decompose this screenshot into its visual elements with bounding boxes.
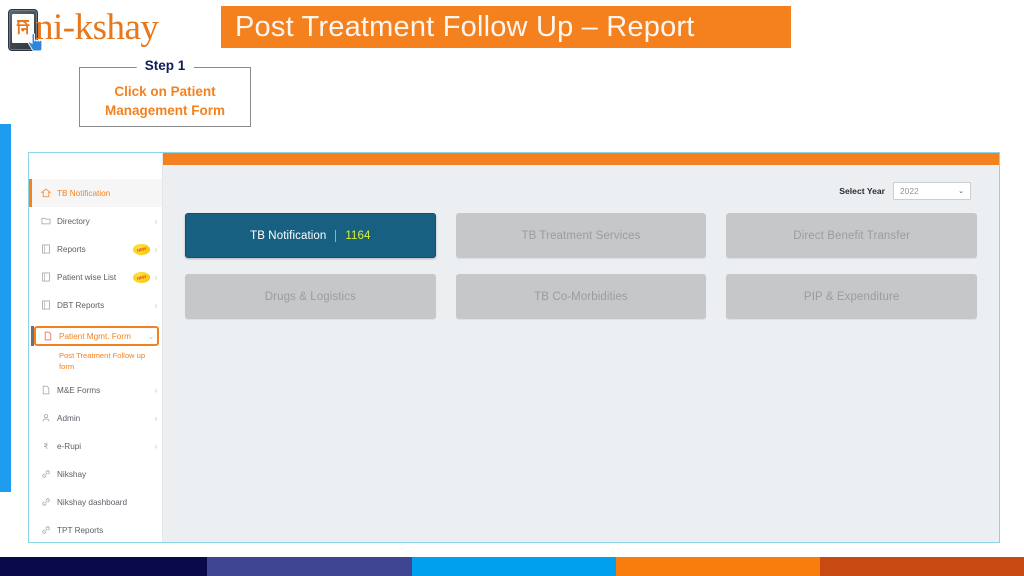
- footer-segment-3: [412, 557, 616, 576]
- module-card-grid: TB Notification 1164 TB Treatment Servic…: [185, 213, 977, 319]
- sidebar-item-label: TB Notification: [57, 188, 111, 198]
- card-drugs-and-logistics[interactable]: Drugs & Logistics: [185, 274, 436, 319]
- sidebar-item-nikshay-dashboard[interactable]: Nikshay dashboard: [29, 488, 162, 516]
- document-icon: [43, 331, 59, 341]
- page-title: Post Treatment Follow Up – Report: [235, 10, 695, 43]
- footer-segment-2: [207, 557, 412, 576]
- step-callout: Step 1 Click on Patient Management Form: [79, 58, 251, 127]
- sidebar-item-admin[interactable]: Admin ›: [29, 404, 162, 432]
- card-pip-and-expenditure[interactable]: PIP & Expenditure: [726, 274, 977, 319]
- sidebar-item-nikshay[interactable]: Nikshay: [29, 460, 162, 488]
- card-count: 1164: [335, 229, 370, 242]
- slide-canvas: नि ni-kshay Post Treatment Follow Up – R…: [0, 0, 1024, 576]
- logo-wordmark: ni-kshay: [35, 6, 159, 48]
- page-title-banner: Post Treatment Follow Up – Report: [221, 6, 791, 48]
- user-icon: [41, 413, 57, 423]
- sidebar-item-patient-mgmt-form[interactable]: Patient Mgmt. Form ⌄: [31, 326, 159, 346]
- callout-line-1: Click on Patient: [114, 84, 216, 99]
- chevron-icon: ›: [154, 413, 158, 423]
- new-badge: [133, 243, 150, 255]
- card-label: PIP & Expenditure: [803, 290, 900, 303]
- link-icon: [41, 497, 57, 507]
- chevron-icon: ›: [154, 216, 158, 226]
- sidebar-item-label: e-Rupi: [57, 441, 82, 451]
- sidebar-subitem-post-treatment-follow-up-form[interactable]: Post Treatment Follow up form: [29, 346, 162, 376]
- chevron-down-icon: ⌄: [147, 331, 155, 341]
- document-icon: [41, 385, 57, 395]
- sidebar-item-directory[interactable]: Directory ›: [29, 207, 162, 235]
- chevron-down-icon: ⌄: [958, 188, 964, 195]
- chevron-icon: ›: [154, 385, 158, 395]
- card-tb-treatment-services[interactable]: TB Treatment Services: [455, 213, 707, 258]
- sidebar-nav: TB Notification Directory › Reports NEW …: [29, 153, 162, 542]
- sidebar: TB Notification Directory › Reports NEW …: [29, 153, 163, 542]
- sidebar-item-e-rupi[interactable]: ₹ e-Rupi ›: [29, 432, 162, 460]
- sidebar-item-patient-wise-list[interactable]: Patient wise List ›: [29, 263, 162, 291]
- sidebar-item-me-forms[interactable]: M&E Forms ›: [29, 376, 162, 404]
- home-icon: [41, 188, 57, 198]
- sidebar-item-reports[interactable]: Reports ›: [29, 235, 162, 263]
- footer-segment-1: [0, 557, 207, 576]
- sidebar-item-tpt-reports[interactable]: TPT Reports: [29, 516, 162, 542]
- step-label: Step 1: [136, 58, 194, 73]
- select-year-value: 2022: [900, 186, 919, 196]
- report-icon: [41, 300, 57, 310]
- link-icon: [41, 469, 57, 479]
- left-accent-strip: [0, 124, 11, 492]
- sidebar-item-label: Directory: [57, 216, 90, 226]
- chevron-icon: ›: [154, 441, 158, 451]
- main-content: Select Year 2022 ⌄ TB Notification 1164 …: [163, 153, 999, 542]
- new-badge: [133, 271, 150, 283]
- card-label: TB Notification: [250, 229, 327, 242]
- card-label: TB Treatment Services: [521, 229, 641, 242]
- card-direct-benefit-transfer[interactable]: Direct Benefit Transfer: [726, 213, 977, 258]
- sidebar-item-label: DBT Reports: [57, 300, 105, 310]
- chevron-icon: ›: [154, 244, 158, 254]
- sidebar-item-label: Patient Mgmt. Form: [59, 331, 131, 341]
- nikshay-logo: नि ni-kshay: [8, 4, 176, 56]
- card-label: TB Co-Morbidities: [534, 290, 628, 303]
- sidebar-item-label: Reports: [57, 244, 86, 254]
- sidebar-item-label: TPT Reports: [57, 525, 104, 535]
- tablet-device-icon: नि: [8, 9, 43, 52]
- link-icon: [41, 525, 57, 535]
- footer-color-bar: [0, 557, 1024, 576]
- footer-segment-5: [820, 557, 1024, 576]
- chevron-icon: ›: [154, 272, 158, 282]
- footer-segment-4: [616, 557, 820, 576]
- application-screenshot-panel: TB Notification Directory › Reports NEW …: [28, 152, 1000, 543]
- sidebar-item-label: Nikshay: [57, 469, 87, 479]
- sidebar-item-tb-notification[interactable]: TB Notification: [29, 179, 162, 207]
- sidebar-item-dbt-reports[interactable]: DBT Reports ›: [29, 291, 162, 319]
- folder-icon: [41, 216, 57, 226]
- chevron-icon: ›: [154, 300, 158, 310]
- card-label: Direct Benefit Transfer: [793, 229, 911, 242]
- svg-text:₹: ₹: [44, 442, 49, 451]
- select-year-dropdown[interactable]: 2022 ⌄: [893, 182, 971, 200]
- sidebar-item-label: Admin: [57, 413, 81, 423]
- report-icon: [41, 272, 57, 282]
- rupee-icon: ₹: [41, 441, 57, 451]
- sidebar-item-label: M&E Forms: [57, 385, 101, 395]
- report-icon: [41, 244, 57, 254]
- card-tb-co-morbidities[interactable]: TB Co-Morbidities: [455, 274, 707, 319]
- card-tb-notification[interactable]: TB Notification 1164: [185, 213, 436, 258]
- year-filter-row: Select Year 2022 ⌄: [185, 181, 977, 201]
- content-body: Select Year 2022 ⌄ TB Notification 1164 …: [163, 165, 999, 542]
- select-year-label: Select Year: [839, 186, 885, 196]
- sidebar-item-label: Nikshay dashboard: [57, 497, 128, 507]
- sidebar-item-label: Patient wise List: [57, 272, 117, 282]
- content-top-accent-bar: [163, 153, 999, 165]
- card-label: Drugs & Logistics: [264, 290, 356, 303]
- callout-line-2: Management Form: [104, 102, 226, 118]
